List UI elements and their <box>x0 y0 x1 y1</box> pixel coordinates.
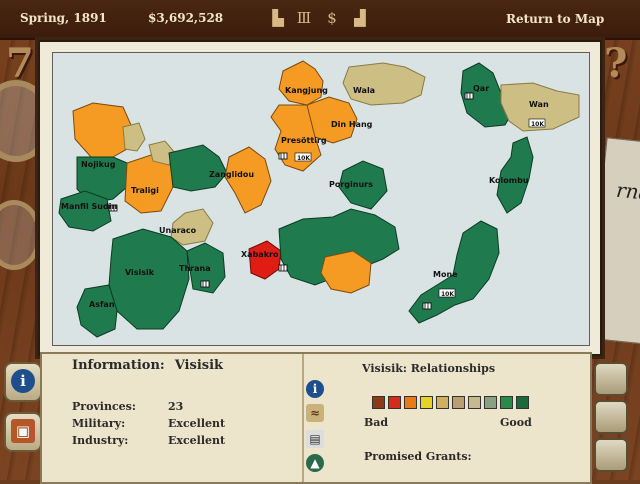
badge-10k-wan: 10K <box>528 118 546 128</box>
region-asfan <box>76 284 118 338</box>
dollar-icon[interactable]: $ <box>324 8 340 28</box>
relationship-swatch-6 <box>468 396 481 409</box>
scale-bad-label: Bad <box>364 416 389 429</box>
stat-industry-value: Excellent <box>168 434 226 447</box>
label-wan: Wan <box>529 100 549 109</box>
return-to-map-button[interactable]: Return to Map <box>506 12 604 26</box>
date-label: Spring, 1891 <box>20 11 107 25</box>
stat-provinces-label: Provinces: <box>72 400 136 413</box>
city-icon-presottirg[interactable] <box>278 152 288 160</box>
relationship-swatch-2 <box>404 396 417 409</box>
label-din-hang: Din Hang <box>331 120 373 129</box>
top-bar: Spring, 1891 $3,692,528 ▙ Ⅲ $ ▟ Return t… <box>0 0 640 40</box>
label-traligi: Traligi <box>131 186 159 195</box>
briefcase-button[interactable]: ▣ <box>4 412 42 452</box>
label-porginurs: Porginurs <box>329 180 373 189</box>
podium-icon[interactable]: ▟ <box>352 8 368 28</box>
badge-10k-presottirg-text: 10K <box>297 155 310 162</box>
label-unaraco: Unaraco <box>159 226 197 235</box>
tab-document-icon[interactable]: ▤ <box>306 430 324 448</box>
tab-emblem-icon[interactable]: ▲ <box>306 454 324 472</box>
tab-scroll-icon[interactable]: ≈ <box>306 404 324 422</box>
label-wala: Wala <box>353 86 375 95</box>
relationship-swatch-7 <box>484 396 497 409</box>
relationship-swatch-9 <box>516 396 529 409</box>
label-mone: Mone <box>433 270 458 279</box>
map-svg[interactable]: 10K 10K 10K Kangjung Wala Qar Wan Din Ha… <box>53 53 589 345</box>
stat-industry-label: Industry: <box>72 434 129 447</box>
city-icon-xabakro[interactable] <box>278 264 288 272</box>
label-visisik: Visisik <box>125 268 155 277</box>
info-heading-label: Information: <box>72 358 165 373</box>
panel-divider <box>302 354 304 482</box>
region-kangjung <box>278 60 324 106</box>
region-kolombu <box>496 136 534 214</box>
label-zanglidou: Zanglidou <box>209 170 254 179</box>
region-green-center-west <box>168 144 228 192</box>
region-visisik <box>108 228 190 330</box>
region-xabakro <box>248 240 282 280</box>
country-info: Information: Visisik Provinces: 23 Milita… <box>42 354 302 482</box>
city-icon-qar[interactable] <box>464 92 474 100</box>
help-corner-right-icon[interactable]: ? <box>604 40 627 87</box>
promised-grants-label: Promised Grants: <box>364 450 472 463</box>
scroll-button[interactable] <box>594 362 628 396</box>
world-map[interactable]: 10K 10K 10K Kangjung Wala Qar Wan Din Ha… <box>52 52 590 346</box>
relationship-swatch-5 <box>452 396 465 409</box>
info-icon: i <box>11 369 35 393</box>
region-tan-small <box>122 122 146 152</box>
label-nojikug: Nojikug <box>81 160 116 169</box>
badge-10k-presottirg: 10K <box>294 152 312 162</box>
badge-10k-mone: 10K <box>438 288 456 298</box>
badge-10k-wan-text: 10K <box>531 121 544 128</box>
label-qar: Qar <box>473 84 489 93</box>
stat-provinces-value: 23 <box>168 400 184 413</box>
factory-icon[interactable]: ▙ <box>270 8 286 28</box>
briefcase-icon: ▣ <box>11 419 35 443</box>
relationship-swatch-1 <box>388 396 401 409</box>
label-asfan: Asfan <box>89 300 115 309</box>
label-presottirg: Presöttirg <box>281 136 327 145</box>
capitol-icon[interactable]: Ⅲ <box>296 8 312 28</box>
label-kangjung: Kangjung <box>285 86 328 95</box>
relationship-swatch-0 <box>372 396 385 409</box>
label-thrana: Thrana <box>179 264 211 273</box>
emblem-button[interactable] <box>594 438 628 472</box>
info-heading: Information: Visisik <box>72 358 223 373</box>
info-button[interactable]: i <box>4 362 42 402</box>
relationship-swatch-3 <box>420 396 433 409</box>
tab-info-icon[interactable]: i <box>306 380 324 398</box>
relationships-title: Visisik: Relationships <box>362 362 496 375</box>
scale-good-label: Good <box>500 416 532 429</box>
label-xabakro: Xabakro <box>241 250 279 259</box>
region-wala <box>342 62 426 106</box>
label-kolombu: Kolombu <box>489 176 529 185</box>
stat-military-label: Military: <box>72 417 126 430</box>
map-frame: 10K 10K 10K Kangjung Wala Qar Wan Din Ha… <box>38 40 602 356</box>
document-button[interactable] <box>594 400 628 434</box>
relationship-scale <box>372 396 532 415</box>
label-manfil-sudin: Manfil Sudin <box>61 202 117 211</box>
relationship-swatch-8 <box>500 396 513 409</box>
relationship-swatch-4 <box>436 396 449 409</box>
info-panel: Information: Visisik Provinces: 23 Milita… <box>40 352 592 484</box>
city-icon-thrana[interactable] <box>200 280 210 288</box>
stat-military-value: Excellent <box>168 417 226 430</box>
badge-10k-mone-text: 10K <box>441 291 454 298</box>
treasury-label: $3,692,528 <box>148 11 224 25</box>
city-icon-mone[interactable] <box>422 302 432 310</box>
region-west-orange <box>72 102 132 158</box>
info-country-name: Visisik <box>174 358 224 373</box>
region-zanglidou <box>224 146 272 214</box>
